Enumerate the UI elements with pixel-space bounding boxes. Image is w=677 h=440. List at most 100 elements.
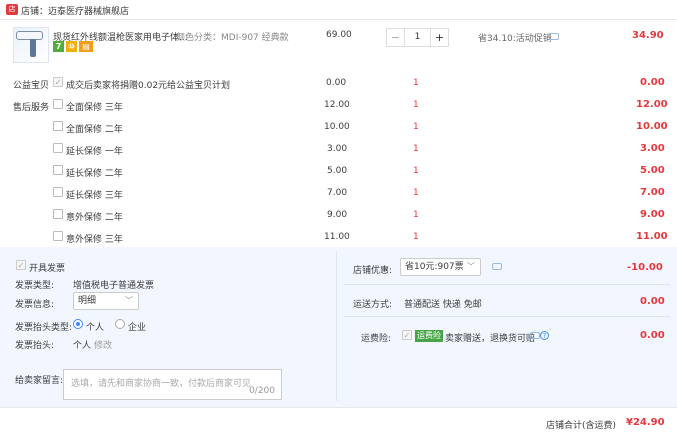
radio-company-label: 企业 bbox=[128, 323, 147, 333]
invoice-icon: ▤ bbox=[79, 41, 93, 52]
product-sku: 颜色分类：MDI-907 经典款 bbox=[176, 33, 289, 43]
charity-total: 0.00 bbox=[640, 77, 665, 88]
service-price: 9.00 bbox=[327, 210, 348, 220]
insurance-checkbox: ✓ bbox=[402, 330, 412, 340]
invoice-open-label: 开具发票 bbox=[29, 264, 66, 274]
panel-divider bbox=[336, 251, 337, 401]
quantity-minus-button[interactable]: − bbox=[387, 29, 405, 46]
service-name: 延长保修 二年 bbox=[66, 169, 123, 179]
service-checkbox[interactable] bbox=[53, 187, 63, 197]
service-price: 3.00 bbox=[327, 144, 348, 154]
product-price: 69.00 bbox=[326, 30, 352, 40]
insurance-chat-icon[interactable] bbox=[530, 332, 540, 339]
invoice-header-value: 个人 bbox=[73, 341, 92, 351]
thermometer-icon bbox=[16, 31, 43, 40]
product-discount: 省34.10:活动促销 bbox=[478, 34, 552, 44]
service-checkbox[interactable] bbox=[53, 209, 63, 219]
message-placeholder: 选填，请先和商家协商一致，付款后商家可见 bbox=[71, 379, 252, 389]
help-icon[interactable]: ? bbox=[540, 331, 549, 340]
charity-checkbox: ✓ bbox=[53, 77, 63, 87]
discount-chat-icon[interactable] bbox=[492, 263, 502, 270]
service-name: 意外保修 三年 bbox=[66, 235, 123, 245]
product-total: 34.90 bbox=[632, 30, 664, 41]
chevron-down-icon: ﹀ bbox=[125, 296, 133, 305]
invoice-type-value: 增值税电子普通发票 bbox=[73, 281, 155, 291]
service-total: 7.00 bbox=[640, 187, 665, 198]
service-qty: 1 bbox=[413, 122, 419, 132]
chat-icon[interactable] bbox=[549, 33, 559, 40]
invoice-checkbox[interactable]: ✓ bbox=[16, 260, 26, 270]
service-checkbox[interactable] bbox=[53, 99, 63, 109]
charity-text: 成交后卖家将捐赠0.02元给公益宝贝计划 bbox=[66, 81, 231, 91]
service-total: 5.00 bbox=[640, 165, 665, 176]
seven-day-return-icon: 7 bbox=[53, 41, 64, 52]
service-total: 3.00 bbox=[640, 143, 665, 154]
shipping-amount: 0.00 bbox=[640, 296, 665, 307]
shop-discount-value: 省10元:907票 bbox=[405, 262, 464, 272]
service-checkbox[interactable] bbox=[53, 121, 63, 131]
shop-name[interactable]: 店铺：迈泰医疗器械旗舰店 bbox=[21, 4, 129, 17]
service-qty: 1 bbox=[413, 100, 419, 110]
insurance-label: 运费险: bbox=[361, 334, 392, 344]
service-qty: 1 bbox=[413, 210, 419, 220]
radio-personal-label: 个人 bbox=[86, 323, 105, 333]
radio-company[interactable] bbox=[115, 319, 125, 329]
footer-total: ¥24.90 bbox=[626, 417, 665, 428]
insurance-tag: 运费险 bbox=[415, 330, 443, 342]
message-counter: 0/200 bbox=[249, 386, 275, 396]
service-checkbox[interactable] bbox=[53, 231, 63, 241]
charity-qty: 1 bbox=[413, 78, 419, 88]
invoice-info-label: 发票信息: bbox=[15, 300, 55, 310]
shop-discount-label: 店铺优惠: bbox=[353, 266, 393, 276]
radio-personal[interactable] bbox=[73, 319, 83, 329]
thermometer-handle-icon bbox=[30, 39, 36, 57]
service-checkbox[interactable] bbox=[53, 165, 63, 175]
chevron-down-icon: ﹀ bbox=[467, 262, 475, 271]
service-checkbox[interactable] bbox=[53, 143, 63, 153]
service-qty: 1 bbox=[413, 144, 419, 154]
invoice-header-label: 发票抬头: bbox=[15, 341, 55, 351]
divider bbox=[344, 316, 670, 317]
quantity-stepper: − 1 + bbox=[386, 28, 449, 47]
service-name: 延长保修 三年 bbox=[66, 191, 123, 201]
service-total: 9.00 bbox=[640, 209, 665, 220]
service-price: 5.00 bbox=[327, 166, 348, 176]
shop-icon: 店 bbox=[6, 4, 18, 15]
guarantee-icon: ⑩ bbox=[66, 41, 77, 52]
service-total: 11.00 bbox=[636, 231, 668, 242]
service-name: 全面保修 二年 bbox=[66, 125, 123, 135]
service-price: 12.00 bbox=[324, 100, 350, 110]
service-total: 12.00 bbox=[636, 99, 668, 110]
shop-header: 店 店铺：迈泰医疗器械旗舰店 bbox=[0, 0, 677, 20]
invoice-info-value: 明细 bbox=[78, 296, 97, 306]
service-qty: 1 bbox=[413, 166, 419, 176]
service-qty: 1 bbox=[413, 188, 419, 198]
insurance-amount: 0.00 bbox=[640, 330, 665, 341]
invoice-edit-link[interactable]: 修改 bbox=[94, 338, 112, 351]
message-label: 给卖家留言: bbox=[15, 376, 64, 386]
service-name: 延长保修 一年 bbox=[66, 147, 123, 157]
divider bbox=[344, 284, 670, 285]
footer-label: 店铺合计(含运费) bbox=[546, 421, 617, 431]
service-name: 意外保修 二年 bbox=[66, 213, 123, 223]
service-price: 7.00 bbox=[327, 188, 348, 198]
invoice-info-select[interactable]: 明细 ﹀ bbox=[73, 292, 139, 310]
invoice-type-label: 发票类型: bbox=[15, 281, 55, 291]
service-name: 全面保修 三年 bbox=[66, 103, 123, 113]
quantity-plus-button[interactable]: + bbox=[430, 29, 448, 46]
service-label: 售后服务 bbox=[13, 103, 50, 113]
service-price: 11.00 bbox=[324, 232, 350, 242]
charity-price: 0.00 bbox=[326, 78, 347, 88]
charity-label: 公益宝贝 bbox=[13, 81, 50, 91]
service-price: 10.00 bbox=[324, 122, 350, 132]
message-textarea[interactable]: 选填，请先和商家协商一致，付款后商家可见 0/200 bbox=[63, 369, 282, 400]
service-qty: 1 bbox=[413, 232, 419, 242]
quantity-input[interactable]: 1 bbox=[405, 29, 430, 46]
footer-divider bbox=[0, 407, 677, 408]
invoice-header-type-label: 发票抬头类型: bbox=[15, 323, 73, 333]
shipping-label: 运送方式: bbox=[353, 300, 393, 310]
shop-discount-amount: -10.00 bbox=[627, 262, 663, 273]
insurance-text: 卖家赠送，退换货可赔 bbox=[445, 334, 536, 344]
service-total: 10.00 bbox=[636, 121, 668, 132]
shop-discount-select[interactable]: 省10元:907票 ﹀ bbox=[400, 258, 481, 276]
